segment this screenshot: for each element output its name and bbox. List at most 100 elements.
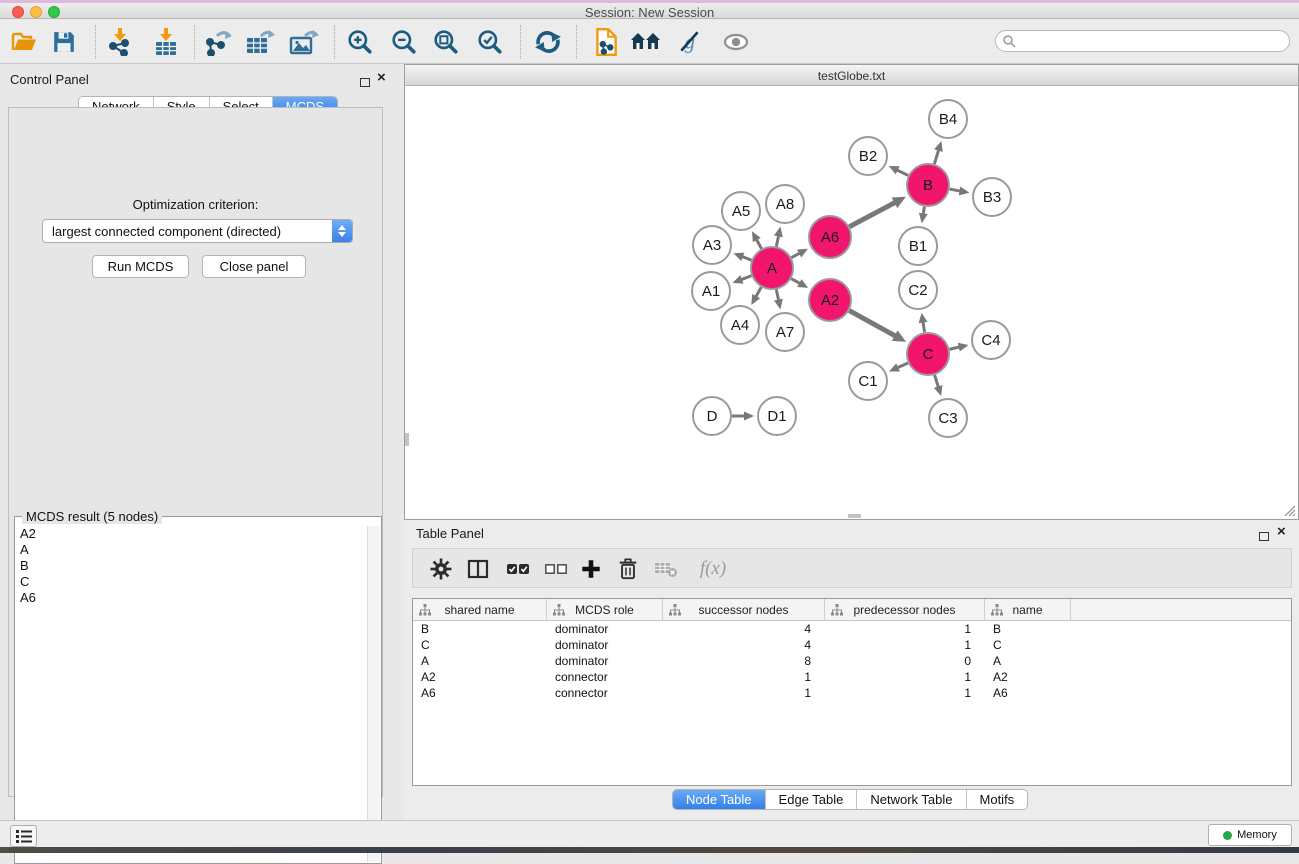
edge-A6-B[interactable] bbox=[849, 197, 905, 227]
graph-node-A8[interactable]: A8 bbox=[766, 185, 804, 223]
zoom-out-icon[interactable] bbox=[388, 26, 420, 58]
console-toggle-button[interactable] bbox=[10, 825, 37, 847]
result-item[interactable]: A6 bbox=[16, 590, 368, 606]
column-header-name[interactable]: name bbox=[985, 599, 1071, 621]
table-cell[interactable]: B bbox=[985, 621, 1071, 637]
vertical-scrollbar-thumb[interactable] bbox=[405, 433, 409, 446]
select-all-checks-icon[interactable] bbox=[503, 556, 533, 582]
graph-node-B1[interactable]: B1 bbox=[899, 227, 937, 265]
export-table-icon[interactable] bbox=[244, 26, 276, 58]
close-panel-icon[interactable]: × bbox=[377, 73, 386, 83]
edge-B-B3[interactable] bbox=[950, 186, 970, 195]
table-cell[interactable]: connector bbox=[547, 685, 663, 701]
result-item[interactable]: A bbox=[16, 542, 368, 558]
table-cell[interactable]: C bbox=[985, 637, 1071, 653]
table-tab-node-table[interactable]: Node Table bbox=[673, 790, 766, 809]
network-graph[interactable]: B4B2BB3A5A8A6B1A3AC2A1A2A4A7C4CC1DD1C3 bbox=[406, 86, 1299, 518]
zoom-fit-icon[interactable] bbox=[430, 26, 462, 58]
table-cell[interactable]: 1 bbox=[825, 669, 985, 685]
table-cell[interactable]: A6 bbox=[985, 685, 1071, 701]
table-cell[interactable]: A bbox=[413, 653, 547, 669]
result-item[interactable]: C bbox=[16, 574, 368, 590]
graphics-details-icon[interactable]: g bbox=[674, 26, 706, 58]
edge-A-A8[interactable] bbox=[774, 227, 783, 247]
table-cell[interactable]: A bbox=[985, 653, 1071, 669]
new-network-from-file-icon[interactable] bbox=[590, 26, 622, 58]
edge-B-B1[interactable] bbox=[919, 207, 928, 224]
add-column-icon[interactable] bbox=[576, 556, 606, 582]
horizontal-scrollbar-thumb[interactable] bbox=[848, 514, 861, 518]
graph-node-C1[interactable]: C1 bbox=[849, 362, 887, 400]
table-cell[interactable]: connector bbox=[547, 669, 663, 685]
resize-grip-icon[interactable] bbox=[1283, 504, 1296, 517]
table-cell[interactable]: 4 bbox=[663, 637, 825, 653]
table-cell[interactable]: A2 bbox=[413, 669, 547, 685]
save-session-icon[interactable] bbox=[48, 26, 80, 58]
graph-node-C[interactable]: C bbox=[907, 333, 949, 375]
table-row[interactable]: Cdominator41C bbox=[413, 637, 1291, 653]
optimization-dropdown[interactable]: largest connected component (directed) bbox=[42, 219, 353, 243]
graph-node-A[interactable]: A bbox=[751, 247, 793, 289]
column-header-predecessor-nodes[interactable]: predecessor nodes bbox=[825, 599, 985, 621]
clear-checks-icon[interactable] bbox=[541, 556, 571, 582]
gear-icon[interactable] bbox=[426, 556, 456, 582]
table-cell[interactable]: 1 bbox=[825, 621, 985, 637]
table-row[interactable]: A6connector11A6 bbox=[413, 685, 1291, 701]
result-scrollbar[interactable] bbox=[367, 526, 380, 862]
delete-table-icon[interactable] bbox=[651, 556, 681, 582]
table-cell[interactable]: 1 bbox=[663, 685, 825, 701]
graph-node-C2[interactable]: C2 bbox=[899, 271, 937, 309]
graph-node-C4[interactable]: C4 bbox=[972, 321, 1010, 359]
table-row[interactable]: Adominator80A bbox=[413, 653, 1291, 669]
graph-node-A5[interactable]: A5 bbox=[722, 192, 760, 230]
network-canvas[interactable]: B4B2BB3A5A8A6B1A3AC2A1A2A4A7C4CC1DD1C3 bbox=[404, 86, 1299, 520]
table-cell[interactable]: 8 bbox=[663, 653, 825, 669]
eye-icon[interactable] bbox=[720, 26, 752, 58]
network-window-titlebar[interactable]: testGlobe.txt bbox=[404, 64, 1299, 86]
graph-node-A4[interactable]: A4 bbox=[721, 306, 759, 344]
edge-A-A6[interactable] bbox=[791, 249, 808, 258]
search-field[interactable] bbox=[995, 30, 1290, 52]
table-cell[interactable]: 4 bbox=[663, 621, 825, 637]
edge-D-D1[interactable] bbox=[732, 412, 754, 421]
table-cell[interactable]: dominator bbox=[547, 637, 663, 653]
graph-node-A7[interactable]: A7 bbox=[766, 313, 804, 351]
edge-C-C4[interactable] bbox=[949, 343, 968, 352]
graph-node-B[interactable]: B bbox=[907, 164, 949, 206]
edge-A-A3[interactable] bbox=[733, 253, 751, 261]
column-header-MCDS-role[interactable]: MCDS role bbox=[547, 599, 663, 621]
home-icon[interactable] bbox=[630, 26, 662, 58]
float-table-panel-icon[interactable] bbox=[1259, 528, 1269, 546]
table-tab-motifs[interactable]: Motifs bbox=[967, 790, 1028, 809]
table-row[interactable]: A2connector11A2 bbox=[413, 669, 1291, 685]
edge-A-A7[interactable] bbox=[774, 290, 783, 310]
edge-B-B2[interactable] bbox=[889, 166, 908, 175]
column-header-successor-nodes[interactable]: successor nodes bbox=[663, 599, 825, 621]
import-network-icon[interactable] bbox=[104, 26, 136, 58]
table-cell[interactable]: 1 bbox=[825, 637, 985, 653]
graph-node-D[interactable]: D bbox=[693, 397, 731, 435]
open-file-icon[interactable] bbox=[8, 26, 40, 58]
delete-column-icon[interactable] bbox=[613, 556, 643, 582]
run-mcds-button[interactable]: Run MCDS bbox=[92, 255, 189, 278]
edge-C-C1[interactable] bbox=[889, 363, 908, 372]
edge-A-A1[interactable] bbox=[733, 275, 752, 283]
graph-node-A2[interactable]: A2 bbox=[809, 279, 851, 321]
table-cell[interactable]: A6 bbox=[413, 685, 547, 701]
close-panel-button[interactable]: Close panel bbox=[202, 255, 306, 278]
table-cell[interactable]: dominator bbox=[547, 621, 663, 637]
table-cell[interactable]: C bbox=[413, 637, 547, 653]
import-table-icon[interactable] bbox=[150, 26, 182, 58]
table-cell[interactable]: A2 bbox=[985, 669, 1071, 685]
table-tab-edge-table[interactable]: Edge Table bbox=[766, 790, 858, 809]
result-item[interactable]: B bbox=[16, 558, 368, 574]
table-cell[interactable]: B bbox=[413, 621, 547, 637]
graph-node-A6[interactable]: A6 bbox=[809, 216, 851, 258]
table-cell[interactable]: 1 bbox=[663, 669, 825, 685]
table-row[interactable]: Bdominator41B bbox=[413, 621, 1291, 637]
result-item[interactable]: A2 bbox=[16, 526, 368, 542]
graph-node-B2[interactable]: B2 bbox=[849, 137, 887, 175]
edge-C-C3[interactable] bbox=[934, 375, 943, 396]
edge-C-C2[interactable] bbox=[919, 313, 928, 333]
zoom-in-icon[interactable] bbox=[344, 26, 376, 58]
